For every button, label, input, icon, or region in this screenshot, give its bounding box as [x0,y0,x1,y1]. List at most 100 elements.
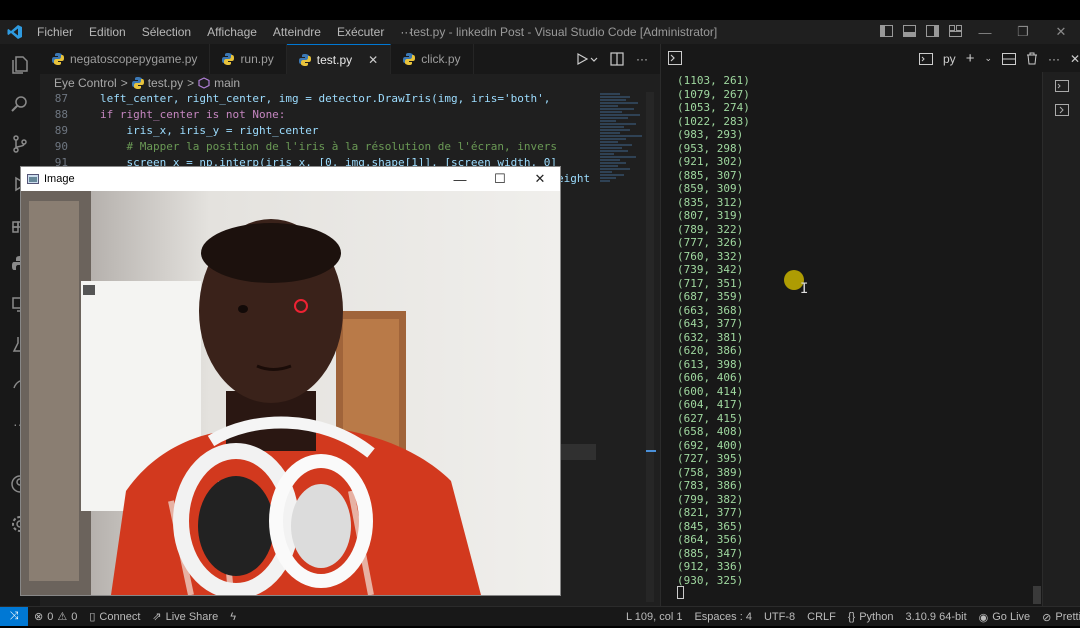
cursor-position[interactable]: L 109, col 1 [620,611,688,623]
source-control-icon[interactable] [0,124,40,164]
image-window-titlebar[interactable]: Image — ☐ ✕ [21,167,560,191]
layout-controls [880,25,962,37]
tab-label: run.py [240,52,274,66]
more-actions-icon[interactable]: ··· [636,52,648,66]
terminal-line: (845, 365) [677,519,744,533]
terminal-instance-icon[interactable] [1043,100,1080,120]
window-controls: — ❐ ✕ [966,20,1080,44]
text-cursor-icon: I [800,281,809,297]
code-line: 90 # Mapper la position de l'iris à la r… [40,140,600,156]
python-interpreter[interactable]: 3.10.9 64-bit [899,611,972,623]
code-comment: # Mapper la position de l'iris à la réso… [100,140,557,153]
encoding[interactable]: UTF-8 [758,611,801,623]
tab-negatoscopepygame[interactable]: negatoscopepygame.py [40,44,211,74]
go-live-button[interactable]: ◉ Go Live [973,611,1037,624]
terminal-line: (687, 359) [677,290,744,303]
terminal-line: (930, 325) [677,573,744,587]
tab-label: negatoscopepygame.py [70,52,198,66]
error-count: 0 [47,610,54,623]
breadcrumb-folder[interactable]: Eye Control [54,76,117,90]
end-of-line[interactable]: CRLF [801,611,842,623]
line-number: 89 [54,124,68,137]
live-share-button[interactable]: ⇗ Live Share [146,610,224,624]
terminal-line: (1022, 283) [677,114,750,128]
menu-atteindre[interactable]: Atteindre [273,25,321,39]
image-minimize-button[interactable]: — [440,167,480,191]
split-editor-icon[interactable] [610,52,624,66]
breadcrumb-symbol[interactable]: main [214,76,240,90]
close-tab-icon[interactable]: ✕ [368,53,378,67]
braces-icon: {} [847,611,856,623]
language-mode[interactable]: {} Python [842,611,900,623]
terminal-icon[interactable] [668,51,682,65]
run-python-file-icon[interactable] [576,52,598,66]
terminal-shell-icon[interactable] [919,52,933,65]
prettier-label: Prettier [1055,611,1080,623]
terminal-line: (658, 408) [677,425,744,438]
connect-button[interactable]: ▯ Connect [83,610,146,624]
problems-indicator[interactable]: ⊗ 0 ⚠ 0 [28,610,83,624]
close-window-button[interactable]: ✕ [1042,20,1080,44]
breadcrumb-file[interactable]: test.py [148,76,183,90]
terminal-line: (953, 298) [677,141,744,155]
terminal-line: (643, 377) [677,317,744,330]
terminal-cursor [677,586,684,599]
explorer-icon[interactable] [0,44,40,84]
tab-click[interactable]: click.py [391,44,474,74]
terminal-shell-name[interactable]: py [943,52,956,66]
toggle-secondary-sidebar-icon[interactable] [926,25,939,37]
terminal-output[interactable]: (1103, 261) (1079, 267) (1053, 274) (1022, … [677,74,750,587]
maximize-button[interactable]: ❐ [1004,20,1042,44]
tab-label: test.py [316,52,353,67]
connect-label: Connect [99,610,141,623]
terminal-line: (859, 309) [677,182,744,195]
toggle-panel-icon[interactable] [903,25,916,37]
python-file-icon [403,53,416,65]
terminal-line: (606, 406) [677,371,744,384]
editor-scrollbar[interactable] [646,92,654,602]
terminal-line: (783, 386) [677,479,744,492]
terminal-line: (912, 336) [677,560,744,573]
indentation[interactable]: Espaces : 4 [688,611,757,623]
minimize-button[interactable]: — [966,20,1004,44]
terminal-toolbar: py + ⌄ ··· ✕ [661,44,1080,72]
terminal-scrollbar[interactable] [1033,586,1041,604]
customize-layout-icon[interactable] [949,25,962,37]
terminal-line: (760, 332) [677,249,744,263]
close-panel-icon[interactable]: ✕ [1070,52,1080,66]
image-window[interactable]: Image — ☐ ✕ [20,166,561,596]
tab-run[interactable]: run.py [210,44,287,74]
python-file-icon [298,53,311,66]
live-share-icon: ⇗ [152,611,162,623]
terminal-more-icon[interactable]: ··· [1048,52,1060,66]
menu-executer[interactable]: Exécuter [337,25,384,39]
toggle-primary-sidebar-icon[interactable] [880,25,893,37]
split-terminal-icon[interactable] [1002,52,1016,65]
menu-fichier[interactable]: Fichier [37,25,73,39]
language-label: Python [859,611,894,623]
lightning-icon[interactable]: ϟ [224,611,242,623]
new-terminal-icon[interactable]: + [966,50,975,67]
remote-indicator-icon[interactable]: ⤨ [0,606,28,627]
menu-selection[interactable]: Sélection [142,25,191,39]
terminal-instance-icon[interactable] [1043,76,1080,96]
search-icon[interactable] [0,84,40,124]
menu-edition[interactable]: Edition [89,25,126,39]
vscode-logo-icon[interactable] [0,24,30,40]
menu-affichage[interactable]: Affichage [207,25,257,39]
line-highlight [560,444,596,460]
prettier-button[interactable]: ⊘ Prettier [1036,611,1080,624]
kill-terminal-trash-icon[interactable] [1026,52,1038,65]
terminal-list [1042,72,1080,606]
breadcrumb-separator: > [120,76,128,90]
tab-test[interactable]: test.py ✕ [286,44,392,74]
image-close-button[interactable]: ✕ [520,167,560,191]
minimap[interactable] [600,92,648,292]
scrollbar-cursor-marker [646,450,656,452]
image-maximize-button[interactable]: ☐ [480,167,520,191]
editor-tabs: negatoscopepygame.py run.py test.py ✕ cl… [40,44,660,74]
image-window-title: Image [44,173,75,185]
line-number: 88 [54,108,68,121]
terminal-dropdown-chevron-icon[interactable]: ⌄ [984,53,992,64]
terminal-line: (758, 389) [677,465,744,479]
